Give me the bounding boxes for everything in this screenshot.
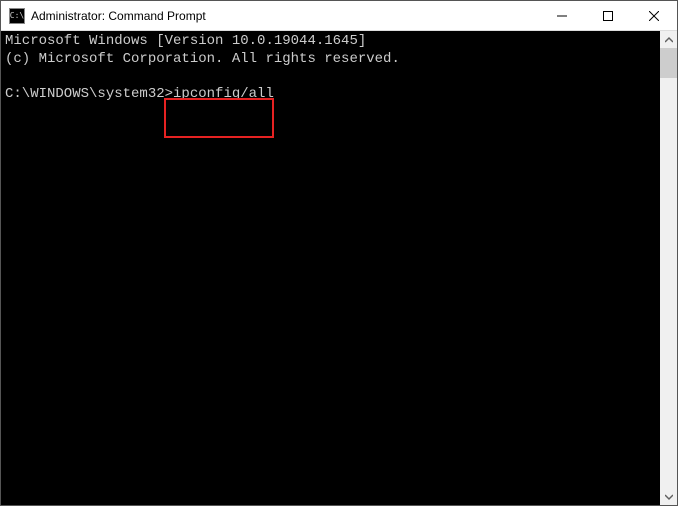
cmd-icon: C:\ [10,12,24,20]
app-icon: C:\ [9,8,25,24]
titlebar[interactable]: C:\ Administrator: Command Prompt [1,1,677,31]
command-prompt-window: C:\ Administrator: Command Prompt Micros… [0,0,678,506]
scroll-down-button[interactable] [660,488,677,505]
minimize-icon [557,11,567,21]
typed-command: ipconfig/all [173,86,274,102]
chevron-up-icon [665,36,673,44]
close-icon [649,11,659,21]
window-controls [539,1,677,30]
prompt-path: C:\WINDOWS\system32> [5,86,173,102]
client-area: Microsoft Windows [Version 10.0.19044.16… [1,31,677,505]
terminal-output[interactable]: Microsoft Windows [Version 10.0.19044.16… [1,31,660,505]
maximize-button[interactable] [585,1,631,30]
annotation-highlight-box [164,98,274,138]
window-title: Administrator: Command Prompt [31,9,539,23]
close-button[interactable] [631,1,677,30]
version-line: Microsoft Windows [Version 10.0.19044.16… [5,33,366,49]
scrollbar-thumb[interactable] [660,48,677,78]
maximize-icon [603,11,613,21]
minimize-button[interactable] [539,1,585,30]
copyright-line: (c) Microsoft Corporation. All rights re… [5,51,400,67]
vertical-scrollbar[interactable] [660,31,677,505]
chevron-down-icon [665,493,673,501]
scroll-up-button[interactable] [660,31,677,48]
